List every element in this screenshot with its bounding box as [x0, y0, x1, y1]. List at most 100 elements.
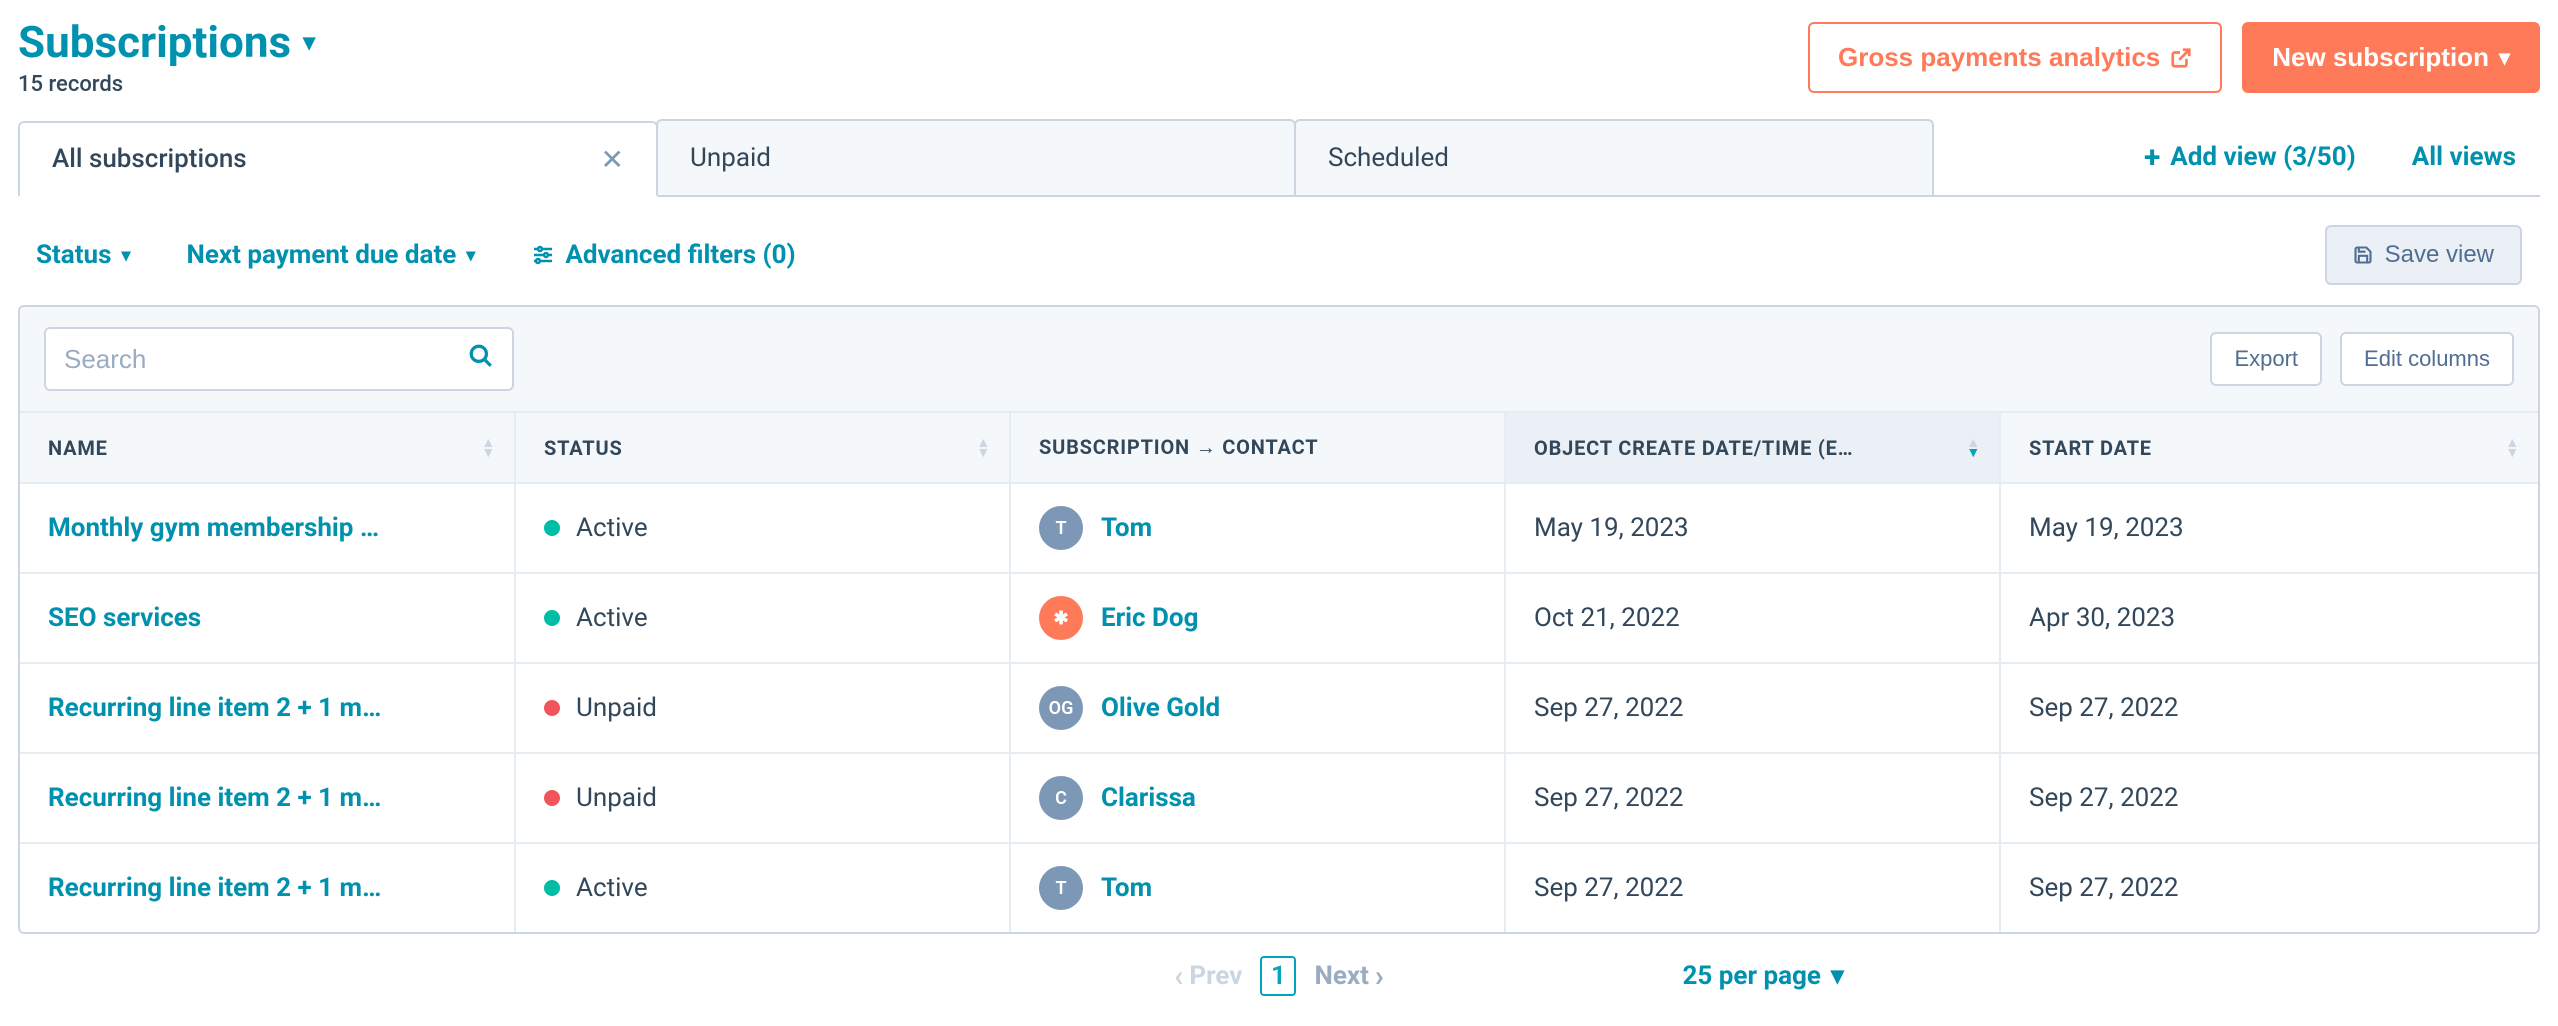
start-date-cell: Sep 27, 2022 — [2000, 843, 2538, 932]
tab-label: Unpaid — [690, 143, 771, 173]
advanced-filters-label: Advanced filters (0) — [565, 240, 795, 270]
table-container: Export Edit columns NAME ▲▼ STATUS ▲▼ SU… — [18, 305, 2540, 934]
add-view-button[interactable]: + Add view (3/50) — [2144, 140, 2356, 175]
tab-label: All subscriptions — [52, 144, 247, 174]
caret-down-icon: ▾ — [121, 245, 130, 266]
status-text: Unpaid — [576, 693, 657, 723]
status-dot-icon — [544, 610, 560, 626]
status-filter[interactable]: Status ▾ — [36, 240, 130, 270]
plus-icon: + — [2144, 140, 2160, 175]
new-subscription-label: New subscription — [2272, 42, 2489, 73]
export-button[interactable]: Export — [2210, 332, 2322, 386]
next-button[interactable]: Next › — [1314, 959, 1384, 994]
caret-down-icon: ▾ — [466, 245, 475, 266]
contact-link[interactable]: Tom — [1101, 873, 1152, 903]
status-text: Active — [576, 603, 648, 633]
subscription-name-link[interactable]: Recurring line item 2 + 1 m… — [48, 783, 381, 813]
page-title-dropdown[interactable]: Subscriptions ▾ — [18, 16, 315, 68]
tab-scheduled[interactable]: Scheduled — [1294, 119, 1934, 195]
status-dot-icon — [544, 700, 560, 716]
save-view-button[interactable]: Save view — [2325, 225, 2522, 285]
caret-down-icon: ▾ — [1831, 961, 1844, 991]
table-toolbar: Export Edit columns — [20, 307, 2538, 413]
avatar: T — [1039, 506, 1083, 550]
per-page-select[interactable]: 25 per page ▾ — [1683, 961, 1844, 991]
due-date-filter[interactable]: Next payment due date ▾ — [186, 240, 475, 270]
table-row: Recurring line item 2 + 1 m… Unpaid C Clari… — [20, 753, 2538, 843]
chevron-right-icon: › — [1375, 959, 1384, 994]
pagination: ‹ Prev 1 Next › 25 per page ▾ — [18, 934, 2540, 996]
status-text: Active — [576, 513, 648, 543]
create-date-cell: Sep 27, 2022 — [1505, 663, 2000, 753]
page-number[interactable]: 1 — [1260, 956, 1296, 996]
contact-link[interactable]: Olive Gold — [1101, 693, 1220, 723]
column-header-contact[interactable]: SUBSCRIPTION → CONTACT — [1010, 413, 1505, 483]
search-box[interactable] — [44, 327, 514, 391]
sort-icon: ▲▼ — [2505, 438, 2520, 458]
due-date-filter-label: Next payment due date — [186, 240, 456, 270]
table-row: Monthly gym membership … Active T Tom May 19… — [20, 483, 2538, 573]
table-row: Recurring line item 2 + 1 m… Active T Tom Se… — [20, 843, 2538, 932]
status-filter-label: Status — [36, 240, 111, 270]
save-icon — [2353, 245, 2373, 265]
search-input[interactable] — [64, 344, 468, 375]
all-views-link[interactable]: All views — [2412, 142, 2516, 172]
caret-down-icon: ▾ — [303, 28, 315, 56]
gross-payments-analytics-button[interactable]: Gross payments analytics — [1808, 22, 2222, 93]
create-date-cell: Sep 27, 2022 — [1505, 753, 2000, 843]
chevron-left-icon: ‹ — [1174, 959, 1183, 994]
start-date-cell: Sep 27, 2022 — [2000, 663, 2538, 753]
sort-icon: ▲▼ — [481, 438, 496, 458]
records-count: 15 records — [18, 72, 315, 97]
column-header-create-date[interactable]: OBJECT CREATE DATE/TIME (E… ▲▼ — [1505, 413, 2000, 483]
avatar: C — [1039, 776, 1083, 820]
edit-columns-button[interactable]: Edit columns — [2340, 332, 2514, 386]
contact-link[interactable]: Eric Dog — [1101, 603, 1198, 633]
subscription-name-link[interactable]: Recurring line item 2 + 1 m… — [48, 873, 381, 903]
page-title: Subscriptions — [18, 16, 291, 68]
subscriptions-table: NAME ▲▼ STATUS ▲▼ SUBSCRIPTION → CONTACT… — [20, 413, 2538, 932]
subscription-name-link[interactable]: SEO services — [48, 603, 201, 633]
advanced-filters-button[interactable]: Advanced filters (0) — [531, 240, 795, 270]
status-dot-icon — [544, 520, 560, 536]
add-view-label: Add view (3/50) — [2170, 142, 2355, 172]
avatar: OG — [1039, 686, 1083, 730]
start-date-cell: Apr 30, 2023 — [2000, 573, 2538, 663]
close-icon[interactable]: ✕ — [601, 143, 624, 176]
tab-unpaid[interactable]: Unpaid — [656, 119, 1296, 195]
analytics-label: Gross payments analytics — [1838, 42, 2160, 73]
column-header-status[interactable]: STATUS ▲▼ — [515, 413, 1010, 483]
tab-label: Scheduled — [1328, 143, 1449, 173]
sort-icon: ▲▼ — [1966, 438, 1981, 458]
filter-row: Status ▾ Next payment due date ▾ Advance… — [18, 197, 2540, 305]
save-view-label: Save view — [2385, 241, 2494, 269]
caret-down-icon: ▾ — [2499, 45, 2510, 71]
create-date-cell: May 19, 2023 — [1505, 483, 2000, 573]
create-date-cell: Oct 21, 2022 — [1505, 573, 2000, 663]
status-text: Active — [576, 873, 648, 903]
start-date-cell: May 19, 2023 — [2000, 483, 2538, 573]
tab-all-subscriptions[interactable]: All subscriptions ✕ — [18, 121, 658, 197]
table-row: Recurring line item 2 + 1 m… Unpaid OG Oliv… — [20, 663, 2538, 753]
table-row: SEO services Active ✱ Eric Dog Oct 21, 2022A… — [20, 573, 2538, 663]
avatar: ✱ — [1039, 596, 1083, 640]
tabs-row: All subscriptions ✕ Unpaid Scheduled + A… — [18, 119, 2540, 197]
column-header-name[interactable]: NAME ▲▼ — [20, 413, 515, 483]
start-date-cell: Sep 27, 2022 — [2000, 753, 2538, 843]
sort-icon: ▲▼ — [976, 438, 991, 458]
status-dot-icon — [544, 880, 560, 896]
subscription-name-link[interactable]: Recurring line item 2 + 1 m… — [48, 693, 381, 723]
status-dot-icon — [544, 790, 560, 806]
column-header-start-date[interactable]: START DATE ▲▼ — [2000, 413, 2538, 483]
sliders-icon — [531, 243, 555, 267]
prev-button[interactable]: ‹ Prev — [1174, 959, 1242, 994]
avatar: T — [1039, 866, 1083, 910]
status-text: Unpaid — [576, 783, 657, 813]
search-icon — [468, 343, 494, 376]
external-link-icon — [2170, 47, 2192, 69]
new-subscription-button[interactable]: New subscription ▾ — [2242, 22, 2540, 93]
contact-link[interactable]: Clarissa — [1101, 783, 1196, 813]
subscription-name-link[interactable]: Monthly gym membership … — [48, 513, 379, 543]
create-date-cell: Sep 27, 2022 — [1505, 843, 2000, 932]
contact-link[interactable]: Tom — [1101, 513, 1152, 543]
